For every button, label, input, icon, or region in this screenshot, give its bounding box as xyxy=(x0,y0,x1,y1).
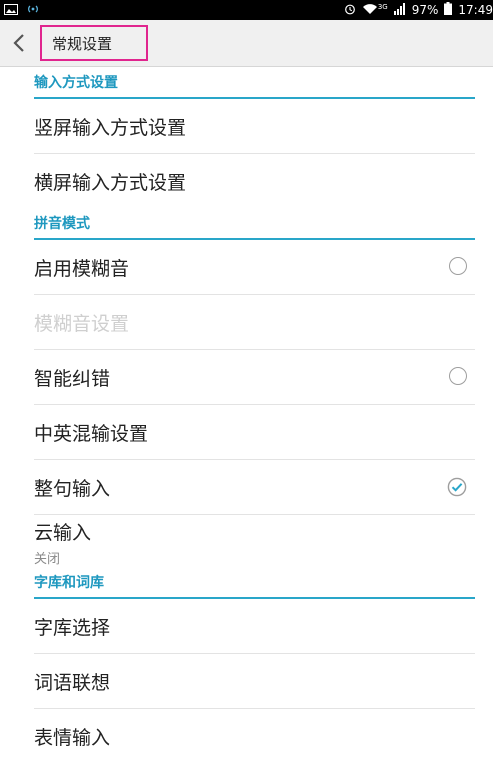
sentence-input-checkbox[interactable] xyxy=(447,477,467,497)
item-label: 横屏输入方式设置 xyxy=(34,171,187,194)
list-item-cloud-input[interactable]: 云输入 关闭 xyxy=(34,515,475,569)
section-header-dictionary: 字库和词库 xyxy=(34,569,475,599)
battery-icon xyxy=(444,2,453,18)
back-button[interactable] xyxy=(8,30,30,56)
section-header-input-method: 输入方式设置 xyxy=(34,67,475,99)
status-bar: 3G 97% 17:49 xyxy=(0,0,493,20)
item-label: 词语联想 xyxy=(34,671,111,694)
list-item-fuzzy-settings: 模糊音设置 xyxy=(34,295,475,350)
list-item-smart-correction[interactable]: 智能纠错 xyxy=(34,350,475,405)
page-title-highlight: 常规设置 xyxy=(40,25,148,61)
item-label: 整句输入 xyxy=(34,477,111,500)
smart-correction-checkbox[interactable] xyxy=(449,367,467,385)
chevron-left-icon xyxy=(13,34,24,52)
network-type-label: 3G xyxy=(377,3,388,11)
checkmark-icon xyxy=(447,477,467,497)
list-item-landscape-input[interactable]: 横屏输入方式设置 xyxy=(34,154,475,208)
item-label: 云输入 xyxy=(34,521,92,544)
list-item-emoji-input[interactable]: 表情输入 xyxy=(34,709,475,763)
alarm-icon xyxy=(344,3,356,18)
clock: 17:49 xyxy=(458,3,493,17)
item-label: 中英混输设置 xyxy=(34,422,149,445)
list-item-sentence-input[interactable]: 整句输入 xyxy=(34,460,475,515)
item-label: 模糊音设置 xyxy=(34,312,130,335)
item-summary: 关闭 xyxy=(34,551,61,567)
item-label: 字库选择 xyxy=(34,616,111,639)
list-item-mixed-input-settings[interactable]: 中英混输设置 xyxy=(34,405,475,460)
signal-icon xyxy=(393,2,406,18)
wireless-notification-icon xyxy=(26,3,40,18)
list-item-fuzzy-pinyin[interactable]: 启用模糊音 xyxy=(34,240,475,295)
item-label: 启用模糊音 xyxy=(34,257,130,280)
list-item-portrait-input[interactable]: 竖屏输入方式设置 xyxy=(34,99,475,154)
app-bar: 常规设置 xyxy=(0,20,493,67)
section-header-pinyin-mode: 拼音模式 xyxy=(34,208,475,240)
battery-percent: 97% xyxy=(411,3,439,17)
fuzzy-pinyin-checkbox[interactable] xyxy=(449,257,467,275)
item-label: 竖屏输入方式设置 xyxy=(34,116,187,139)
list-item-word-association[interactable]: 词语联想 xyxy=(34,654,475,709)
image-notification-icon xyxy=(4,3,18,18)
settings-list: 输入方式设置 竖屏输入方式设置 横屏输入方式设置 拼音模式 启用模糊音 模糊音设… xyxy=(0,67,493,763)
wifi-icon xyxy=(362,3,378,18)
list-item-dictionary-select[interactable]: 字库选择 xyxy=(34,599,475,654)
page-title: 常规设置 xyxy=(52,34,113,53)
item-label: 智能纠错 xyxy=(34,367,111,390)
item-label: 表情输入 xyxy=(34,726,111,749)
